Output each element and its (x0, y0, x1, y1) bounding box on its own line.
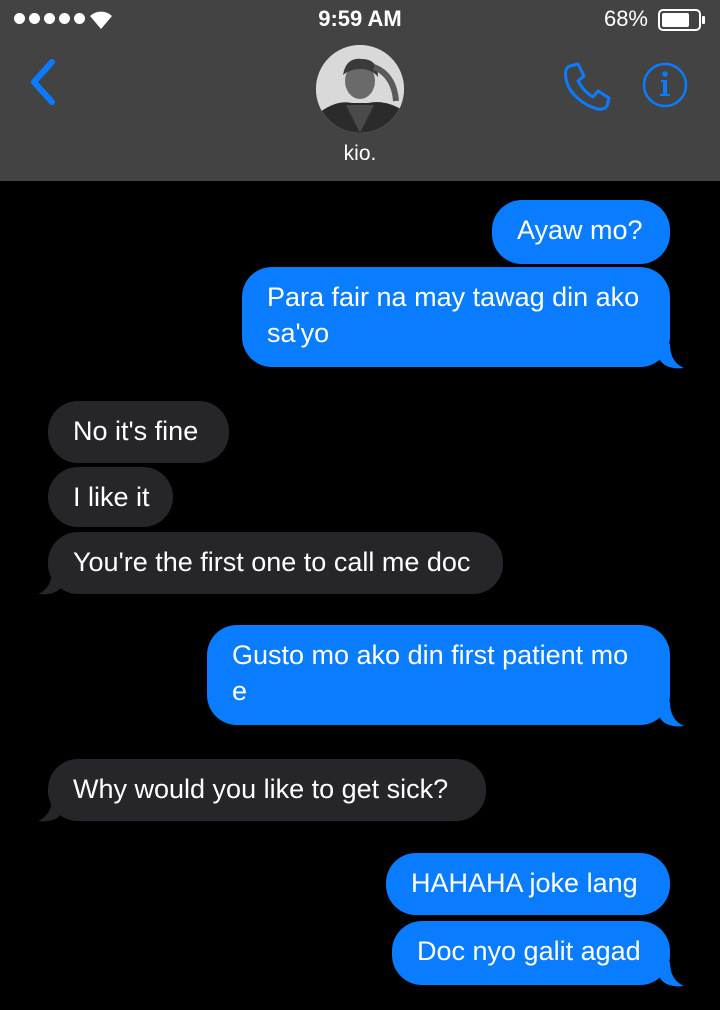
received-message[interactable]: Why would you like to get sick? (48, 759, 486, 821)
phone-icon (564, 62, 611, 111)
info-icon (642, 62, 688, 108)
sent-message[interactable]: Ayaw mo? (492, 200, 670, 264)
contact-name[interactable]: kio. (0, 142, 720, 166)
status-bar: 9:59 AM 68% (0, 0, 720, 40)
chevron-left-icon (31, 59, 55, 105)
contact-avatar[interactable] (316, 45, 404, 133)
battery-percent: 68% (603, 6, 648, 31)
sent-message[interactable]: HAHAHA joke lang (386, 853, 670, 915)
info-button[interactable] (642, 62, 688, 108)
contact-photo (316, 45, 404, 133)
messages-screen: 9:59 AM 68% kio. Ayaw mo? Para fair na m… (0, 0, 720, 1010)
sent-message[interactable]: Para fair na may tawag din ako sa'yo (242, 267, 670, 367)
received-message[interactable]: No it's fine (48, 401, 229, 463)
sent-bubble-tail (660, 962, 684, 987)
received-message[interactable]: I like it (48, 467, 173, 527)
conversation-header: 9:59 AM 68% kio. (0, 0, 720, 181)
back-button[interactable] (22, 56, 66, 108)
sent-bubble-tail (660, 344, 684, 369)
sent-message[interactable]: Doc nyo galit agad (392, 921, 670, 985)
received-bubble-tail (38, 797, 62, 822)
received-bubble-tail (38, 570, 62, 595)
sent-bubble-tail (660, 702, 684, 727)
battery-icon (658, 9, 705, 31)
call-button[interactable] (560, 60, 612, 112)
received-message[interactable]: You're the first one to call me doc (48, 532, 503, 594)
sent-message[interactable]: Gusto mo ako din first patient mo e (207, 625, 670, 725)
